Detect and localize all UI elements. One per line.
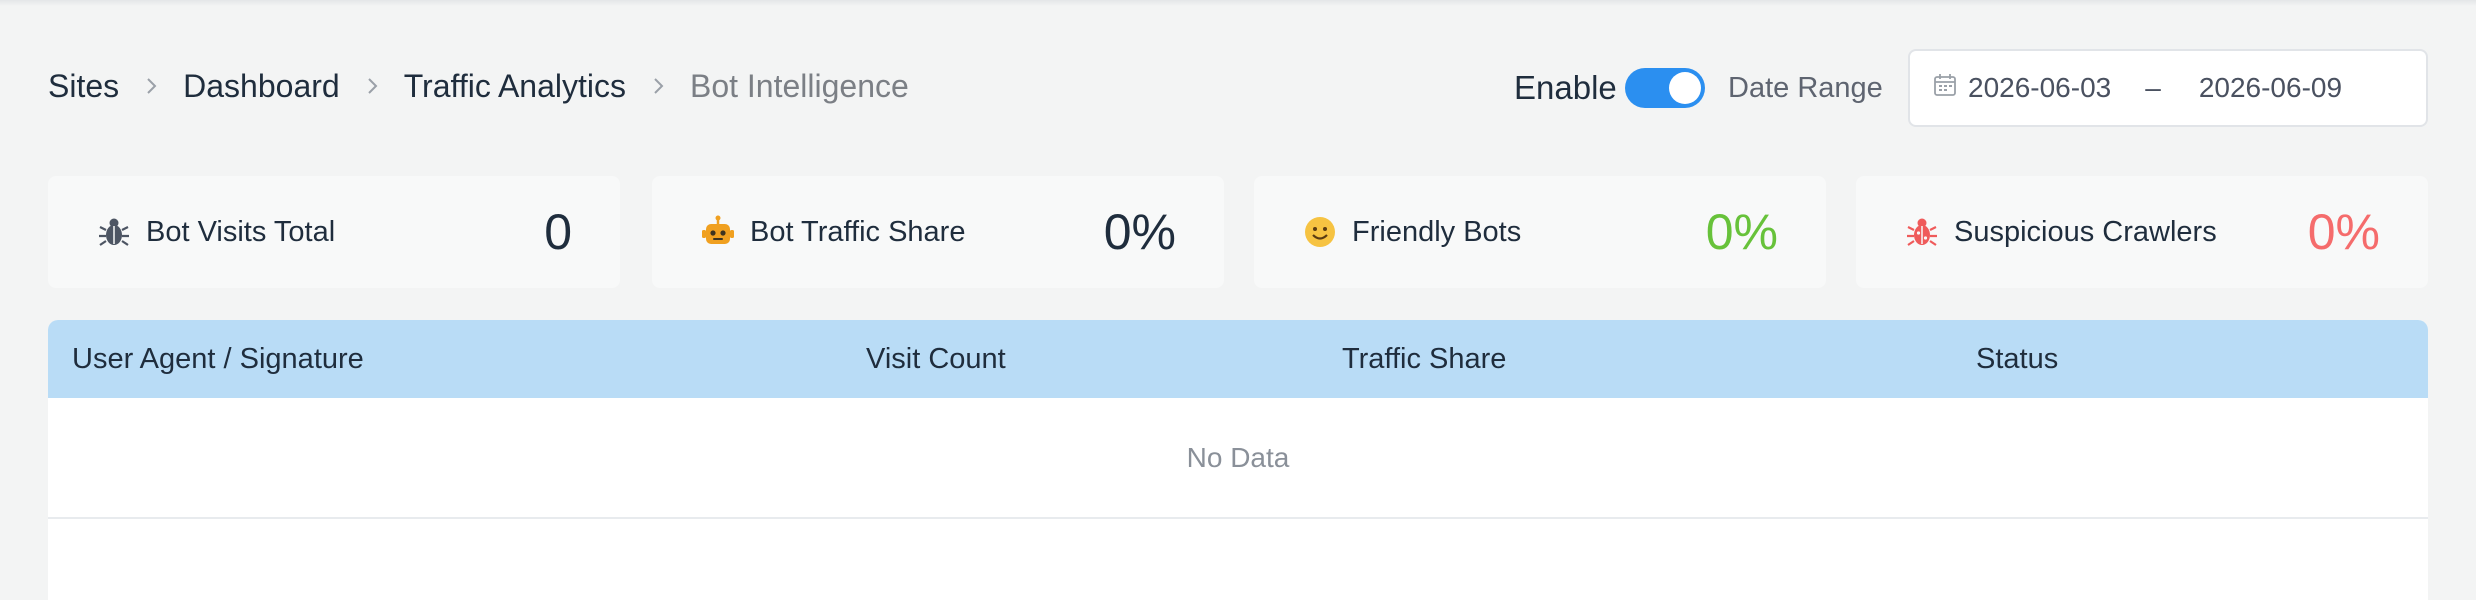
chevron-right-icon — [648, 76, 668, 96]
stat-value: 0% — [1103, 204, 1176, 260]
stat-value: 0% — [2307, 204, 2380, 260]
column-header-visit-count[interactable]: Visit Count — [866, 320, 1006, 398]
table-header: User Agent / Signature Visit Count Traff… — [48, 320, 2428, 398]
chevron-right-icon — [141, 76, 161, 96]
robot-icon — [700, 214, 736, 250]
date-end[interactable]: 2026-06-09 — [2199, 72, 2342, 104]
stat-value: 0% — [1705, 204, 1778, 260]
stat-card-suspicious-crawlers: Suspicious Crawlers 0% — [1856, 176, 2428, 288]
breadcrumb-bot-intelligence: Bot Intelligence — [689, 67, 909, 104]
stat-label: Bot Visits Total — [146, 215, 336, 248]
date-separator: – — [2145, 72, 2161, 103]
breadcrumb-traffic-analytics[interactable]: Traffic Analytics — [404, 68, 626, 105]
date-range-label: Date Range — [1728, 71, 1883, 104]
enable-label: Enable — [1514, 69, 1617, 106]
stat-value: 0 — [544, 204, 572, 260]
date-range-picker[interactable]: 2026-06-03 – 2026-06-09 — [1908, 49, 2428, 127]
empty-state: No Data — [48, 398, 2428, 519]
red-bug-icon — [1904, 214, 1940, 250]
stat-label: Bot Traffic Share — [750, 215, 966, 248]
stat-card-friendly-bots: Friendly Bots 0% — [1254, 176, 1826, 288]
enable-control: Enable — [1514, 66, 1705, 110]
bug-icon — [96, 214, 132, 250]
column-header-user-agent[interactable]: User Agent / Signature — [72, 320, 364, 398]
date-start[interactable]: 2026-06-03 — [1968, 72, 2111, 104]
empty-text: No Data — [1186, 441, 1290, 473]
stat-card-bot-traffic-share: Bot Traffic Share 0% — [652, 176, 1224, 288]
column-header-traffic-share[interactable]: Traffic Share — [1342, 320, 1506, 398]
breadcrumb-sites[interactable]: Sites — [48, 68, 119, 105]
enable-toggle[interactable] — [1624, 68, 1705, 108]
bot-table: User Agent / Signature Visit Count Traff… — [48, 320, 2428, 600]
stat-label: Suspicious Crawlers — [1954, 215, 2217, 248]
calendar-icon — [1932, 72, 1968, 105]
stat-card-bot-visits: Bot Visits Total 0 — [48, 176, 620, 288]
smiley-icon — [1302, 214, 1338, 250]
stat-label: Friendly Bots — [1352, 215, 1522, 248]
chevron-right-icon — [362, 76, 382, 96]
toggle-knob — [1668, 72, 1701, 104]
top-shadow — [0, 0, 2476, 6]
breadcrumb-dashboard[interactable]: Dashboard — [183, 68, 340, 105]
breadcrumb: Sites Dashboard Traffic Analytics Bot In… — [48, 64, 909, 108]
column-header-status[interactable]: Status — [1976, 320, 2058, 398]
